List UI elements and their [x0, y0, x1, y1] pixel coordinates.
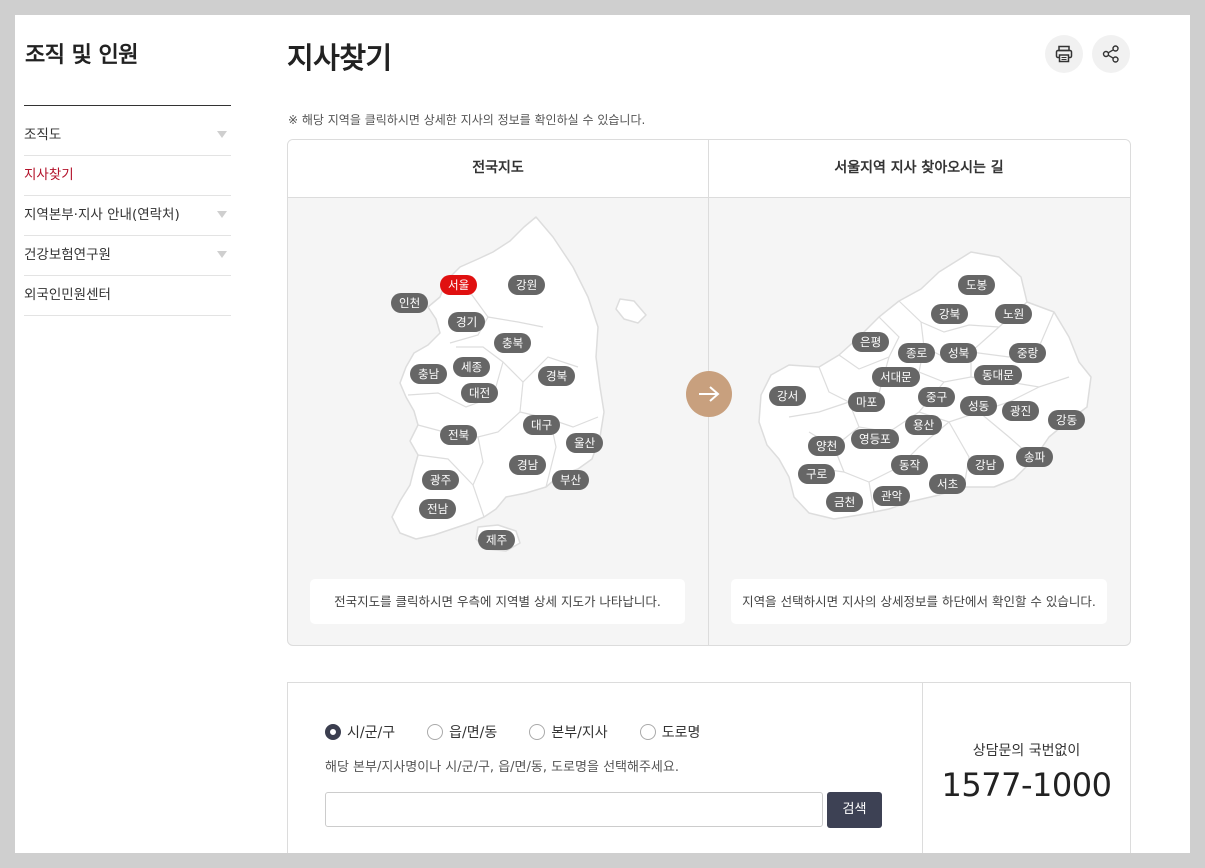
share-button[interactable]: [1092, 35, 1130, 73]
radio-branch[interactable]: 본부/지사: [529, 722, 608, 742]
district-chip-gwanak[interactable]: 관악: [873, 486, 911, 506]
national-map[interactable]: [288, 197, 708, 577]
district-chip-nowon[interactable]: 노원: [995, 304, 1033, 324]
radio-unselected-icon: [639, 723, 656, 740]
sidebar-menu: 조직도 지사찾기 지역본부·지사 안내(연락처) 건강보험연구원 외국인민원센터: [24, 116, 231, 316]
region-chip-daejeon[interactable]: 대전: [461, 383, 499, 403]
share-icon: [1102, 45, 1119, 63]
search-type-radio-group: 시/군/구 읍/면/동 본부/지사 도로명: [325, 721, 727, 742]
region-chip-gwangju[interactable]: 광주: [422, 470, 460, 490]
region-chip-jeonnam[interactable]: 전남: [419, 499, 457, 519]
region-chip-chungnam[interactable]: 충남: [410, 364, 448, 384]
national-map-caption: 전국지도를 클릭하시면 우측에 지역별 상세 지도가 나타납니다.: [310, 579, 685, 624]
arrow-right-icon: [699, 386, 720, 402]
search-hint: 해당 본부/지사명이나 시/군/구, 읍/면/동, 도로명을 선택해주세요.: [325, 760, 679, 775]
call-center-number: 1577-1000: [941, 766, 1112, 804]
district-chip-dongdaemun[interactable]: 동대문: [974, 365, 1022, 385]
sidebar-item-branch-finder[interactable]: 지사찾기: [24, 156, 231, 196]
district-chip-dobong[interactable]: 도봉: [958, 275, 996, 295]
district-chip-yangcheon[interactable]: 양천: [808, 436, 846, 456]
sidebar-item-research-institute[interactable]: 건강보험연구원: [24, 236, 231, 276]
region-chip-gangwon[interactable]: 강원: [508, 275, 546, 295]
region-chip-jeju[interactable]: 제주: [478, 530, 516, 550]
district-chip-yongsan[interactable]: 용산: [905, 415, 943, 435]
next-arrow-button[interactable]: [686, 371, 732, 417]
district-chip-seocho[interactable]: 서초: [929, 474, 967, 494]
call-center-label: 상담문의 국번없이: [972, 743, 1081, 759]
radio-label: 읍/면/동: [449, 724, 498, 741]
map-panel: 전국지도 서울지역 지사 찾아오시는 길 서울 강원 인천 경기 충북 충남 세…: [287, 139, 1131, 646]
district-chip-gangbuk[interactable]: 강북: [931, 304, 969, 324]
district-chip-seongbuk[interactable]: 성북: [940, 343, 978, 363]
radio-label: 도로명: [661, 724, 701, 741]
search-button[interactable]: 검색: [827, 792, 882, 828]
region-chip-gyeongbuk[interactable]: 경북: [538, 366, 576, 386]
national-map-title: 전국지도: [472, 160, 524, 176]
printer-icon: [1055, 45, 1073, 63]
district-chip-gwangjin[interactable]: 광진: [1002, 401, 1040, 421]
notice-text: ※ 해당 지역을 클릭하시면 상세한 지사의 정보를 확인하실 수 있습니다.: [288, 113, 646, 127]
sidebar-divider: [24, 105, 231, 106]
sidebar-item-label: 지역본부·지사 안내(연락처): [24, 207, 180, 223]
page: 조직 및 인원 조직도 지사찾기 지역본부·지사 안내(연락처) 건강보험연구원…: [15, 15, 1190, 853]
district-chip-gangdong[interactable]: 강동: [1048, 410, 1086, 430]
radio-road-name[interactable]: 도로명: [639, 722, 701, 742]
radio-unselected-icon: [529, 723, 546, 740]
sidebar-item-label: 지사찾기: [24, 167, 74, 183]
radio-label: 본부/지사: [551, 724, 608, 741]
sidebar-item-org-chart[interactable]: 조직도: [24, 116, 231, 156]
caret-down-icon: [217, 131, 227, 138]
sidebar-item-regional-contacts[interactable]: 지역본부·지사 안내(연락처): [24, 196, 231, 236]
search-panel: 시/군/구 읍/면/동 본부/지사 도로명 해당 본부/지사명이나 시/군/구,…: [287, 682, 1131, 853]
region-chip-incheon[interactable]: 인천: [391, 293, 429, 313]
caret-down-icon: [217, 211, 227, 218]
district-chip-gangseo[interactable]: 강서: [769, 386, 807, 406]
sidebar-item-label: 조직도: [24, 127, 62, 143]
caret-down-icon: [217, 251, 227, 258]
radio-unselected-icon: [427, 723, 444, 740]
district-chip-seodaemun[interactable]: 서대문: [872, 367, 920, 387]
sidebar-item-label: 외국인민원센터: [24, 287, 111, 303]
radio-town[interactable]: 읍/면/동: [427, 722, 497, 742]
radio-selected-icon: [325, 723, 341, 740]
region-chip-daegu[interactable]: 대구: [523, 415, 561, 435]
district-chip-jungnang[interactable]: 중랑: [1009, 343, 1047, 363]
region-chip-seoul[interactable]: 서울: [440, 275, 478, 295]
region-chip-chungbuk[interactable]: 충북: [494, 333, 532, 353]
seoul-map-title: 서울지역 지사 찾아오시는 길: [834, 160, 1004, 176]
radio-city-district[interactable]: 시/군/구: [325, 722, 395, 742]
search-input[interactable]: [325, 792, 823, 827]
region-chip-sejong[interactable]: 세종: [453, 357, 491, 377]
district-chip-yeongdeungpo[interactable]: 영등포: [851, 429, 899, 449]
radio-label: 시/군/구: [347, 724, 396, 741]
district-chip-geumcheon[interactable]: 금천: [826, 492, 864, 512]
region-chip-busan[interactable]: 부산: [552, 470, 590, 490]
sidebar-title: 조직 및 인원: [25, 43, 139, 68]
district-chip-mapo[interactable]: 마포: [848, 392, 886, 412]
seoul-map-caption: 지역을 선택하시면 지사의 상세정보를 하단에서 확인할 수 있습니다.: [731, 579, 1107, 624]
district-chip-junggu[interactable]: 중구: [918, 387, 956, 407]
region-chip-gyeongnam[interactable]: 경남: [509, 455, 547, 475]
district-chip-dongjak[interactable]: 동작: [891, 455, 929, 475]
region-chip-ulsan[interactable]: 울산: [566, 433, 604, 453]
print-button[interactable]: [1045, 35, 1083, 73]
region-chip-jeonbuk[interactable]: 전북: [440, 425, 478, 445]
district-chip-gangnam[interactable]: 강남: [967, 455, 1005, 475]
sidebar-item-label: 건강보험연구원: [24, 247, 111, 263]
district-chip-seongdong[interactable]: 성동: [960, 396, 998, 416]
region-chip-gyeonggi[interactable]: 경기: [448, 312, 486, 332]
district-chip-songpa[interactable]: 송파: [1016, 447, 1054, 467]
district-chip-guro[interactable]: 구로: [798, 464, 836, 484]
page-title: 지사찾기: [287, 41, 392, 75]
district-chip-eunpyeong[interactable]: 은평: [852, 332, 890, 352]
sidebar-item-foreigner-center[interactable]: 외국인민원센터: [24, 276, 231, 316]
district-chip-jongno[interactable]: 종로: [898, 343, 936, 363]
map-header: 전국지도 서울지역 지사 찾아오시는 길: [288, 140, 1130, 198]
